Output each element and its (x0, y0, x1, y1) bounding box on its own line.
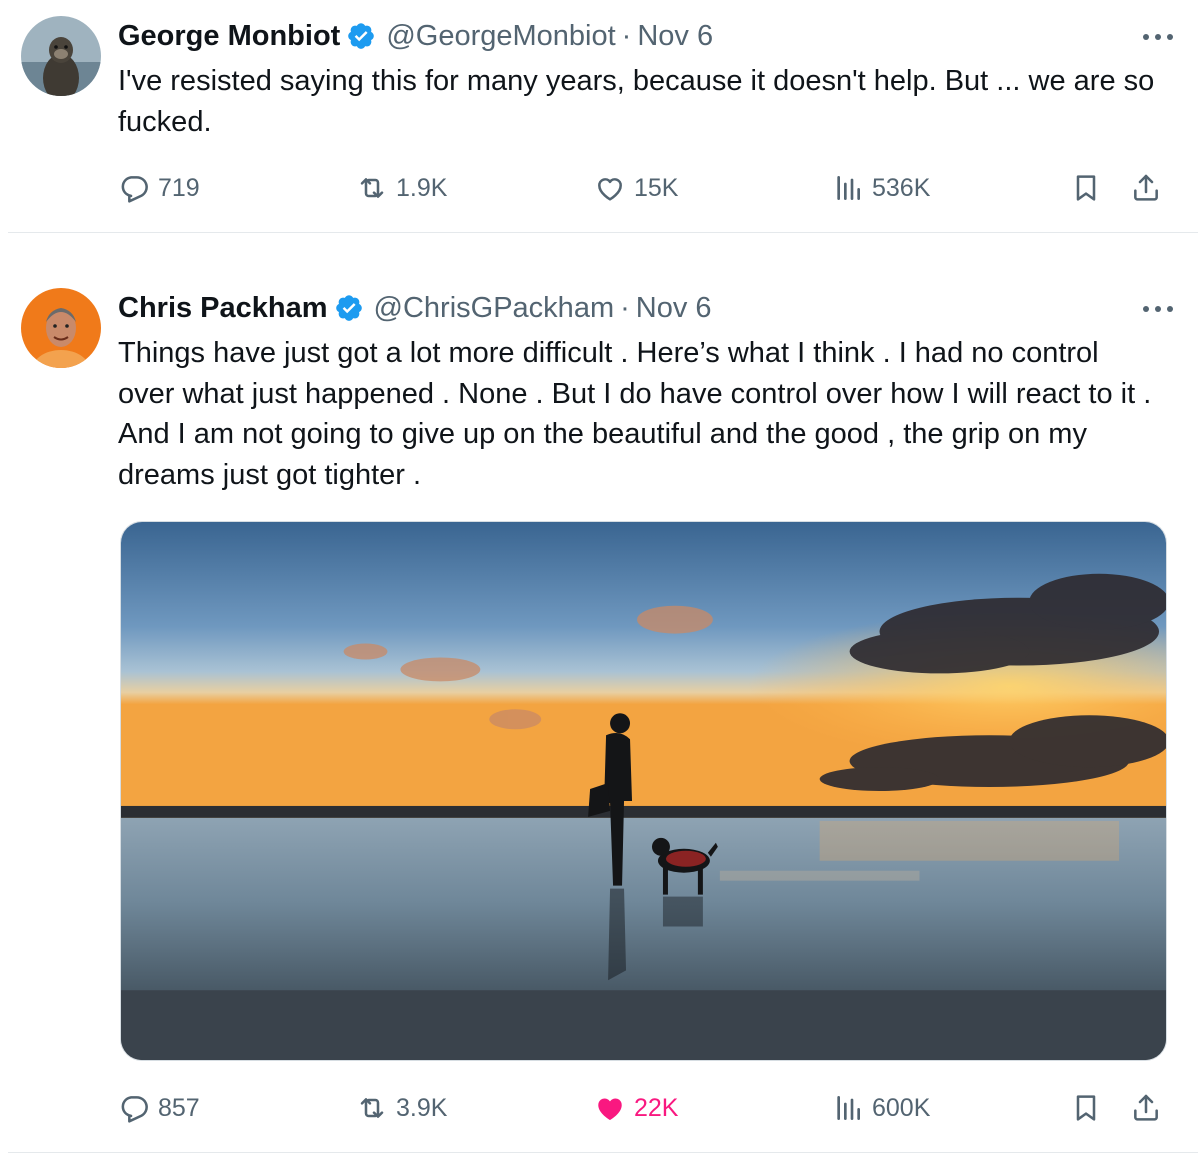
reply-icon (121, 1096, 148, 1123)
reply-icon (121, 176, 148, 203)
action-bar: 719 1.9K 15K 536K (118, 168, 1170, 208)
repost-count: 3.9K (396, 1093, 448, 1122)
timestamp[interactable]: Nov 6 (636, 292, 712, 325)
like-count: 15K (634, 173, 679, 202)
heart-icon (598, 178, 622, 201)
heart-filled-icon (598, 1098, 622, 1120)
share-icon (1134, 174, 1158, 201)
display-name[interactable]: George Monbiot (118, 20, 340, 53)
display-name[interactable]: Chris Packham (118, 292, 328, 325)
tweet-text: I've resisted saying this for many years… (118, 65, 1155, 138)
verified-badge-icon (334, 293, 364, 323)
reply-count: 719 (158, 173, 200, 202)
like-button[interactable]: 22K (594, 1088, 678, 1128)
portrait-orange-avatar (21, 288, 101, 368)
share-button[interactable] (1130, 168, 1162, 208)
bookmark-icon (1076, 175, 1096, 201)
tweet-header: George Monbiot @GeorgeMonbiot · Nov 6 (118, 17, 1140, 55)
more-options-icon[interactable] (1138, 294, 1178, 324)
avatar[interactable] (21, 288, 101, 368)
repost-button[interactable]: 3.9K (356, 1088, 447, 1128)
reply-button[interactable]: 857 (118, 1088, 200, 1128)
separator: · (620, 291, 630, 324)
reply-count: 857 (158, 1093, 200, 1122)
bookmark-button[interactable] (1070, 168, 1102, 208)
separator: · (621, 19, 632, 52)
more-options-icon[interactable] (1138, 22, 1178, 52)
like-button[interactable]: 15K (594, 168, 678, 208)
divider (8, 232, 1198, 233)
bookmark-button[interactable] (1070, 1088, 1102, 1128)
views-chart-icon (837, 176, 860, 200)
views-button[interactable]: 536K (832, 168, 930, 208)
repost-count: 1.9K (396, 173, 448, 202)
tweet[interactable]: Chris Packham @ChrisGPackham · Nov 6 Thi… (0, 270, 1200, 1155)
repost-icon (360, 1098, 384, 1118)
tweet[interactable]: George Monbiot @GeorgeMonbiot · Nov 6 I'… (0, 0, 1200, 232)
reply-button[interactable]: 719 (118, 168, 200, 208)
like-count: 22K (634, 1093, 679, 1122)
action-bar: 857 3.9K 22K 600K (118, 1088, 1170, 1128)
views-chart-icon (837, 1096, 860, 1120)
divider (8, 1152, 1198, 1153)
tweet-header: Chris Packham @ChrisGPackham · Nov 6 (118, 289, 1140, 327)
handle[interactable]: @ChrisGPackham (374, 292, 615, 325)
views-count: 536K (872, 173, 931, 202)
verified-badge-icon (346, 21, 376, 51)
bookmark-icon (1076, 1095, 1096, 1121)
share-icon (1134, 1094, 1158, 1121)
timestamp[interactable]: Nov 6 (637, 20, 713, 53)
repost-button[interactable]: 1.9K (356, 168, 447, 208)
views-count: 600K (872, 1093, 931, 1122)
share-button[interactable] (1130, 1088, 1162, 1128)
views-button[interactable]: 600K (832, 1088, 930, 1128)
handle[interactable]: @GeorgeMonbiot (386, 20, 615, 53)
repost-icon (360, 178, 384, 198)
tweet-text: Things have just got a lot more difficul… (118, 337, 1152, 491)
otter-photo-avatar (21, 16, 101, 96)
beach-sunset-photo (121, 522, 1166, 1060)
tweet-media-photo[interactable] (120, 521, 1167, 1061)
avatar[interactable] (21, 16, 101, 96)
